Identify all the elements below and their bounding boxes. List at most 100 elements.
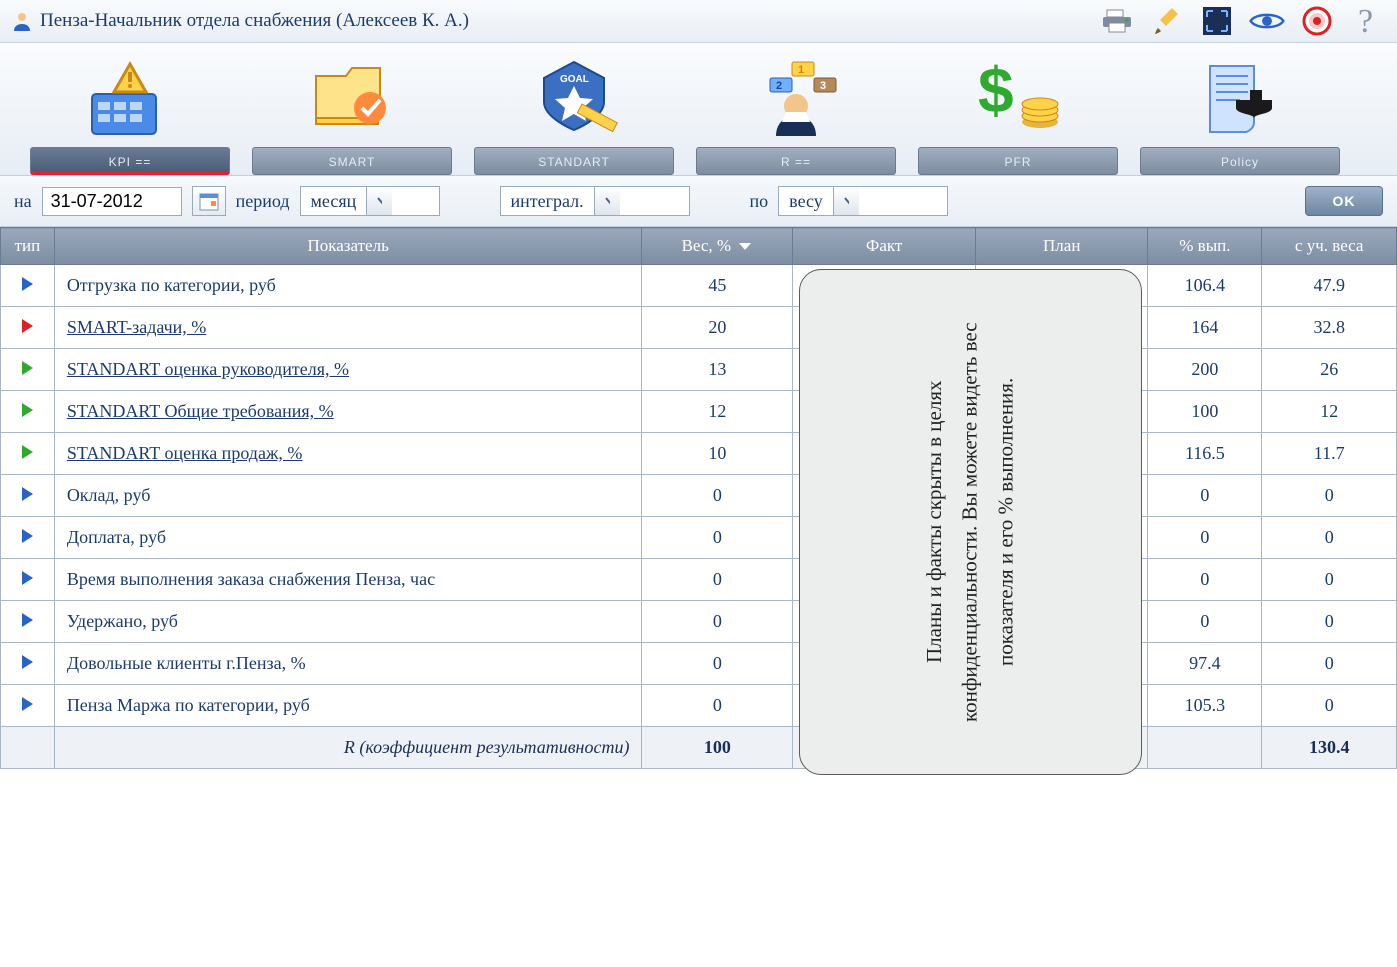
table-row[interactable]: SMART-задачи, %2016432.8 <box>1 307 1397 349</box>
nav-smart-button[interactable]: SMART <box>252 147 452 175</box>
triangle-red-icon <box>22 319 33 333</box>
brush-icon[interactable] <box>1149 6 1185 36</box>
row-type <box>1 307 55 349</box>
kpi-icon <box>30 53 230 143</box>
table-row[interactable]: Время выполнения заказа снабжения Пенза,… <box>1 559 1397 601</box>
nav-pfr-button[interactable]: PFR <box>918 147 1118 175</box>
row-type <box>1 685 55 727</box>
svg-text:$: $ <box>978 56 1014 126</box>
table-row[interactable]: Оклад, руб000 <box>1 475 1397 517</box>
row-indicator: Доплата, руб <box>54 517 642 559</box>
row-vyp: 106.4 <box>1148 265 1262 307</box>
table-row[interactable]: STANDART Общие требования, %1210012 <box>1 391 1397 433</box>
nav-pfr[interactable]: $ PFR <box>918 53 1118 175</box>
fullscreen-icon[interactable] <box>1199 6 1235 36</box>
print-icon[interactable] <box>1099 6 1135 36</box>
triangle-blue-icon <box>22 277 33 291</box>
row-vyp: 116.5 <box>1148 433 1262 475</box>
row-weight: 0 <box>642 559 793 601</box>
chevron-down-icon <box>594 187 620 215</box>
mode-select[interactable]: интеграл. <box>500 186 690 216</box>
nav-standart[interactable]: GOAL STANDART <box>474 53 674 175</box>
triangle-blue-icon <box>22 487 33 501</box>
col-vyp[interactable]: % вып. <box>1148 228 1262 265</box>
row-weight: 0 <box>642 517 793 559</box>
period-label: период <box>236 191 290 212</box>
indicator-link[interactable]: STANDART оценка продаж, % <box>67 443 303 463</box>
table-row[interactable]: Пенза Маржа по категории, руб0105.30 <box>1 685 1397 727</box>
row-indicator: Время выполнения заказа снабжения Пенза,… <box>54 559 642 601</box>
row-vyp: 0 <box>1148 559 1262 601</box>
table-row[interactable]: Довольные клиенты г.Пенза, %097.40 <box>1 643 1397 685</box>
nav-policy-button[interactable]: Policy <box>1140 147 1340 175</box>
row-weight: 20 <box>642 307 793 349</box>
triangle-green-icon <box>22 403 33 417</box>
period-select[interactable]: месяц <box>300 186 440 216</box>
row-weight: 0 <box>642 643 793 685</box>
nav-standart-button[interactable]: STANDART <box>474 147 674 175</box>
nav-kpi-button[interactable]: KPI == <box>30 147 230 175</box>
nav-kpi[interactable]: KPI == <box>30 53 230 175</box>
row-type <box>1 391 55 433</box>
date-input[interactable] <box>42 187 182 216</box>
by-label: по <box>750 191 769 212</box>
calendar-button[interactable] <box>192 186 226 216</box>
overlay-text: Планы и факты скрыты в целях конфиденциа… <box>917 284 1024 760</box>
row-uw: 0 <box>1262 601 1397 643</box>
row-vyp: 97.4 <box>1148 643 1262 685</box>
kpi-table: тип Показатель Вес, % Факт План % вып. с… <box>0 227 1397 769</box>
row-vyp: 200 <box>1148 349 1262 391</box>
row-vyp: 100 <box>1148 391 1262 433</box>
row-weight: 0 <box>642 685 793 727</box>
triangle-blue-icon <box>22 697 33 711</box>
col-indicator[interactable]: Показатель <box>54 228 642 265</box>
row-uw: 0 <box>1262 475 1397 517</box>
row-indicator: STANDART Общие требования, % <box>54 391 642 433</box>
row-type <box>1 517 55 559</box>
table-footer-row: R (коэффициент результативности) 100 130… <box>1 727 1397 769</box>
target-icon[interactable] <box>1299 6 1335 36</box>
triangle-blue-icon <box>22 613 33 627</box>
triangle-blue-icon <box>22 571 33 585</box>
help-icon[interactable]: ? <box>1349 6 1385 36</box>
row-uw: 32.8 <box>1262 307 1397 349</box>
chevron-down-icon <box>833 187 859 215</box>
smart-icon <box>252 53 452 143</box>
col-type[interactable]: тип <box>1 228 55 265</box>
row-uw: 26 <box>1262 349 1397 391</box>
indicator-link[interactable]: STANDART оценка руководителя, % <box>67 359 349 379</box>
row-vyp: 105.3 <box>1148 685 1262 727</box>
nav-r-button[interactable]: R == <box>696 147 896 175</box>
nav-policy[interactable]: Policy <box>1140 53 1340 175</box>
row-uw: 11.7 <box>1262 433 1397 475</box>
indicator-link[interactable]: STANDART Общие требования, % <box>67 401 334 421</box>
svg-text:GOAL: GOAL <box>560 74 589 85</box>
col-plan[interactable]: План <box>976 228 1148 265</box>
col-fact[interactable]: Факт <box>793 228 976 265</box>
col-uweight[interactable]: с уч. веса <box>1262 228 1397 265</box>
row-type <box>1 265 55 307</box>
chevron-down-icon <box>366 187 392 215</box>
row-weight: 13 <box>642 349 793 391</box>
nav-smart[interactable]: SMART <box>252 53 452 175</box>
triangle-green-icon <box>22 361 33 375</box>
eye-icon[interactable] <box>1249 6 1285 36</box>
row-indicator: STANDART оценка продаж, % <box>54 433 642 475</box>
table-row[interactable]: Отгрузка по категории, руб45106.447.9 <box>1 265 1397 307</box>
by-select[interactable]: весу <box>778 186 948 216</box>
table-row[interactable]: STANDART оценка руководителя, % 13 20026 <box>1 349 1397 391</box>
footer-label: R (коэффициент результативности) <box>54 727 642 769</box>
table-row[interactable]: Доплата, руб000 <box>1 517 1397 559</box>
row-type <box>1 475 55 517</box>
ok-button[interactable]: OK <box>1305 186 1383 216</box>
triangle-blue-icon <box>22 655 33 669</box>
pfr-icon: $ <box>918 53 1118 143</box>
table-row[interactable]: Удержано, руб000 <box>1 601 1397 643</box>
nav-bar: KPI == SMART GOAL STANDART 123 R == $ PF… <box>0 43 1397 175</box>
row-indicator: Пенза Маржа по категории, руб <box>54 685 642 727</box>
nav-r[interactable]: 123 R == <box>696 53 896 175</box>
footer-uw: 130.4 <box>1262 727 1397 769</box>
col-weight[interactable]: Вес, % <box>642 228 793 265</box>
table-row[interactable]: STANDART оценка продаж, %10116.511.7 <box>1 433 1397 475</box>
indicator-link[interactable]: SMART-задачи, % <box>67 317 206 337</box>
